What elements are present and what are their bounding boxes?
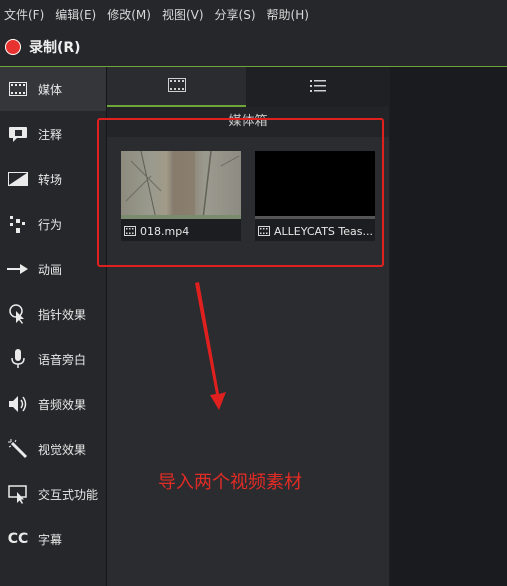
sidebar-item-label: 字幕 [38, 532, 63, 547]
sidebar-item-label: 行为 [38, 217, 63, 232]
animation-arrow-icon [6, 259, 30, 279]
sidebar-item-label: 媒体 [38, 82, 63, 97]
sidebar-item-animations[interactable]: 动画 [0, 247, 106, 291]
menu-help[interactable]: 帮助(H) [263, 6, 316, 23]
captions-cc-icon: CC [7, 531, 29, 547]
behaviors-icon [6, 214, 30, 234]
record-dot-icon [5, 39, 21, 55]
sidebar-item-transitions[interactable]: 转场 [0, 157, 106, 201]
interactive-cursor-icon [6, 484, 30, 504]
menu-file[interactable]: 文件(F) [0, 6, 51, 23]
sidebar-item-voice-narration[interactable]: 语音旁白 [0, 337, 106, 381]
sidebar-item-visual-effects[interactable]: 视觉效果 [0, 427, 106, 471]
list-view-icon [310, 78, 326, 97]
tab-list-view[interactable] [247, 67, 389, 107]
speaker-icon [6, 394, 30, 414]
microphone-icon [6, 349, 30, 369]
sidebar-item-label: 指针效果 [38, 307, 87, 322]
annotation-callout-icon [6, 124, 30, 144]
sidebar-item-annotations[interactable]: 注释 [0, 112, 106, 156]
film-strip-icon [167, 77, 186, 96]
tab-thumbnail-view[interactable] [107, 67, 246, 107]
tools-sidebar: 媒体 注释 转场 行为 动画 指针效果 语音旁白 音频效果 视觉效果 交互式功能… [0, 67, 107, 586]
sidebar-item-media[interactable]: 媒体 [0, 67, 106, 111]
sidebar-item-label: 视觉效果 [38, 442, 87, 457]
sidebar-item-label: 语音旁白 [38, 352, 87, 367]
sidebar-item-captions[interactable]: CC 字幕 [0, 517, 106, 561]
magic-wand-icon [6, 439, 30, 459]
cursor-effects-icon [6, 304, 30, 324]
film-strip-icon [6, 79, 30, 99]
record-toolbar: 录制(R) [0, 28, 507, 67]
sidebar-item-label: 动画 [38, 262, 63, 277]
sidebar-item-interactivity[interactable]: 交互式功能 [0, 472, 106, 516]
highlight-box [97, 118, 384, 267]
media-view-tabs [107, 67, 389, 107]
sidebar-item-cursor-effects[interactable]: 指针效果 [0, 292, 106, 336]
sidebar-item-audio-effects[interactable]: 音频效果 [0, 382, 106, 426]
sidebar-item-label: 交互式功能 [38, 487, 99, 502]
sidebar-item-behaviors[interactable]: 行为 [0, 202, 106, 246]
record-button[interactable]: 录制(R) [0, 37, 81, 57]
transition-icon [6, 169, 30, 189]
sidebar-item-label: 音频效果 [38, 397, 87, 412]
record-label: 录制(R) [29, 40, 81, 56]
annotation-text: 导入两个视频素材 [158, 472, 302, 493]
sidebar-item-label: 转场 [38, 172, 63, 187]
menu-share[interactable]: 分享(S) [211, 6, 263, 23]
menu-edit[interactable]: 编辑(E) [51, 6, 103, 23]
menu-view[interactable]: 视图(V) [158, 6, 211, 23]
canvas-area [390, 67, 507, 586]
menu-bar: 文件(F) 编辑(E) 修改(M) 视图(V) 分享(S) 帮助(H) [0, 0, 507, 28]
sidebar-item-label: 注释 [38, 127, 63, 142]
menu-modify[interactable]: 修改(M) [103, 6, 158, 23]
